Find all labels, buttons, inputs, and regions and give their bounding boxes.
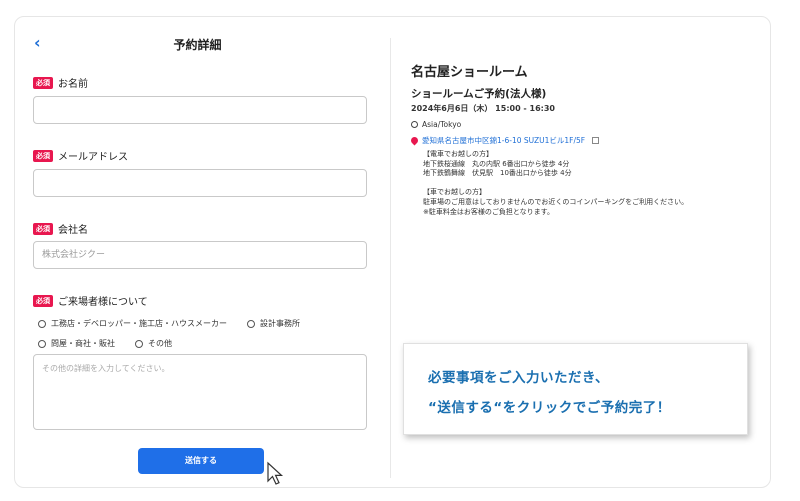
callout-line-1: 必要事項をご入力いただき、	[428, 370, 610, 386]
showroom-name: 名古屋ショールーム	[411, 65, 528, 80]
required-badge: 必須	[33, 76, 53, 89]
name-label: お名前	[58, 79, 88, 90]
radio-circle-icon[interactable]	[247, 319, 255, 328]
company-input[interactable]: 株式会社ジクー	[33, 241, 367, 269]
company-label-row: 必須 会社名	[33, 221, 88, 236]
column-divider	[390, 38, 391, 478]
instruction-callout: 必要事項をご入力いただき、 “送信する“をクリックでご予約完了！	[403, 343, 748, 435]
required-badge: 必須	[33, 294, 53, 307]
radio-circle-icon[interactable]	[38, 339, 46, 348]
option-builder[interactable]: 工務店・デベロッパー・施工店・ハウスメーカー	[38, 318, 227, 329]
email-input[interactable]	[33, 169, 367, 197]
map-pin-icon	[409, 135, 420, 146]
option-label: 設計事務所	[260, 319, 300, 328]
name-label-row: 必須 お名前	[33, 75, 88, 90]
access-notes: 【電車でお越しの方】 地下鉄桜通線 丸の内駅 6番出口から徒歩 4分 地下鉄鶴舞…	[423, 150, 689, 216]
booking-datetime: 2024年6月6日（木） 15:00 - 16:30	[411, 104, 556, 113]
callout-line-2: “送信する“をクリックでご予約完了！	[428, 400, 671, 416]
option-other[interactable]: その他	[135, 338, 172, 349]
name-input[interactable]	[33, 96, 367, 124]
clock-icon	[411, 121, 418, 128]
option-wholesaler[interactable]: 問屋・商社・販社	[38, 338, 115, 349]
email-label: メールアドレス	[58, 152, 128, 163]
submit-button[interactable]: 送信する	[138, 448, 264, 474]
form-title: 予約詳細	[173, 38, 222, 52]
company-label: 会社名	[58, 225, 88, 236]
address-link[interactable]: 愛知県名古屋市中区錦1-6-10 SUZU1ビル1F/5F	[422, 135, 585, 146]
option-label: その他	[148, 339, 172, 348]
required-badge: 必須	[33, 222, 53, 235]
address-row[interactable]: 愛知県名古屋市中区錦1-6-10 SUZU1ビル1F/5F	[409, 135, 600, 146]
email-label-row: 必須 メールアドレス	[33, 148, 128, 163]
option-label: 工務店・デベロッパー・施工店・ハウスメーカー	[51, 319, 227, 328]
option-design-office[interactable]: 設計事務所	[247, 318, 300, 329]
radio-circle-icon[interactable]	[38, 319, 46, 328]
visitor-label-row: 必須 ご来場者様について	[33, 293, 148, 308]
timezone-row: Asia/Tokyo	[411, 120, 461, 129]
other-details-textarea[interactable]: その他の詳細を入力してください。	[33, 354, 367, 430]
required-badge: 必須	[33, 149, 53, 162]
visitor-label: ご来場者様について	[58, 297, 148, 308]
radio-row-2: 問屋・商社・販社 その他	[38, 338, 186, 349]
radio-row-1: 工務店・デベロッパー・施工店・ハウスメーカー 設計事務所	[38, 318, 314, 329]
timezone: Asia/Tokyo	[422, 120, 462, 129]
booking-type: ショールームご予約(法人様)	[411, 88, 547, 100]
option-label: 問屋・商社・販社	[51, 339, 115, 348]
copy-icon[interactable]	[592, 137, 600, 144]
mouse-pointer-icon	[267, 461, 284, 485]
radio-circle-icon[interactable]	[135, 339, 143, 348]
